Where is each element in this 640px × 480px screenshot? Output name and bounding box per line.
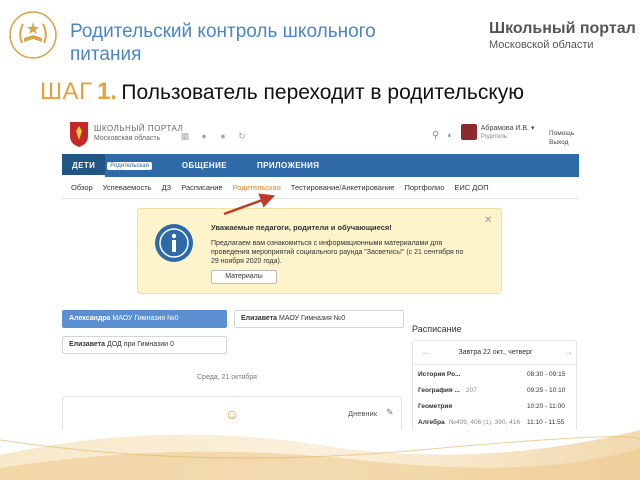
subnav-parent[interactable]: Родительская (233, 183, 281, 192)
schedule-subject: История Ро... (418, 371, 461, 378)
arrow-right-icon[interactable]: → (563, 341, 573, 365)
child-name: Елизавета (69, 341, 106, 348)
subnav-eis-dop[interactable]: ЕИС ДОП (454, 183, 488, 192)
subnav-schedule[interactable]: Расписание (181, 183, 222, 192)
slide-title: Родительский контроль школьного питания (70, 21, 376, 65)
child-school: ДОД при Гимназии 0 (107, 341, 174, 348)
portal-topbar: ШКОЛЬНЫЙ ПОРТАЛ Московская область ▦ ● ●… (62, 118, 579, 154)
info-icon (155, 224, 193, 262)
portal-screenshot: ШКОЛЬНЫЙ ПОРТАЛ Московская область ▦ ● ●… (62, 118, 579, 430)
search-icon[interactable]: ⚲ (432, 130, 439, 141)
child-name: Елизавета (241, 315, 278, 322)
schedule-row[interactable]: География ... 207 09:25 - 10:10 (413, 387, 578, 400)
portal-brand: Школьный портал Московской области (489, 20, 639, 52)
portal-logo[interactable]: ШКОЛЬНЫЙ ПОРТАЛ Московская область (94, 124, 183, 143)
diary-date: Среда, 21 октября (197, 374, 257, 381)
portal-logo-line-1: ШКОЛЬНЫЙ ПОРТАЛ (94, 124, 184, 133)
schedule-row[interactable]: История Ро... 08:30 - 09:15 (413, 371, 578, 384)
avatar[interactable] (460, 124, 477, 140)
notice-banner: Уважаемые педагоги, родители и обучающие… (137, 208, 502, 294)
user-block: ⚲ ◐ Абрамова И.В. ▾ Родитель (432, 124, 534, 142)
child-card-selected[interactable]: Александра МАОУ Гимназия №0 (62, 310, 227, 328)
subnav-homework[interactable]: ДЗ (162, 183, 172, 192)
moscow-region-emblem-icon (70, 122, 88, 147)
step-word: ШАГ (40, 78, 93, 105)
child-school: МАОУ Гимназия №0 (279, 315, 346, 322)
child-card[interactable]: Елизавета ДОД при Гимназии 0 (62, 336, 227, 354)
notice-title: Уважаемые педагоги, родители и обучающие… (211, 223, 392, 232)
sub-navigation: Обзор Успеваемость ДЗ Расписание Родител… (62, 177, 579, 199)
user-name[interactable]: Абрамова И.В. ▾ (481, 124, 535, 133)
subnav-testing[interactable]: Тестирование/Анкетирование (291, 183, 395, 192)
schedule-subject: География ... (418, 387, 460, 394)
subnav-grades[interactable]: Успеваемость (103, 183, 152, 192)
decorative-wave (0, 430, 640, 480)
schedule-title: Расписание (412, 324, 462, 334)
top-icons: ▦ ● ● ↻ (180, 131, 247, 141)
brand-line-1: Школьный портал (489, 20, 636, 37)
child-school: МАОУ Гимназия №0 (112, 315, 179, 322)
person-icon[interactable]: ● (199, 131, 209, 141)
step-number: 1. (96, 78, 117, 105)
arrow-left-icon[interactable]: ← (421, 341, 431, 365)
schedule-day-nav: ← Завтра 22 окт., четверг → (413, 341, 578, 365)
bell-icon[interactable]: ◐ (447, 130, 452, 140)
schedule-time: 08:30 - 09:15 (527, 371, 566, 378)
notice-body: Предлагаем вам ознакомиться с информацио… (211, 240, 464, 265)
step-heading: ШАГ 1. Пользователь переходит в родитель… (40, 78, 524, 106)
top-links: Помощь Выход (549, 129, 574, 147)
schedule-time: 09:25 - 10:10 (527, 387, 566, 394)
child-name: Александра (69, 315, 111, 322)
user-role: Родитель (480, 134, 508, 140)
refresh-icon[interactable]: ↻ (237, 131, 247, 141)
nav-communication[interactable]: ОБЩЕНИЕ (172, 161, 227, 170)
close-icon[interactable]: ✕ (484, 215, 492, 226)
grid-icon[interactable]: ▦ (180, 131, 190, 141)
subnav-overview[interactable]: Обзор (71, 183, 93, 192)
schedule-day: Завтра 22 окт., четверг (458, 349, 533, 356)
help-link[interactable]: Помощь (549, 129, 574, 138)
main-navbar: ДЕТИ Родительская ОБЩЕНИЕ ПРИЛОЖЕНИЯ (62, 154, 579, 177)
nav-children[interactable]: ДЕТИ (62, 154, 106, 177)
schedule-room: 207 (466, 387, 477, 394)
materials-button[interactable]: Материалы (211, 270, 277, 284)
laurel-book-icon (9, 11, 57, 59)
child-card[interactable]: Елизавета МАОУ Гимназия №0 (234, 310, 404, 328)
subnav-portfolio[interactable]: Портфолио (404, 183, 444, 192)
portal-logo-line-2: Московская область (94, 135, 161, 142)
nav-apps[interactable]: ПРИЛОЖЕНИЯ (247, 161, 319, 170)
user-info[interactable]: Абрамова И.В. ▾ Родитель (481, 124, 535, 142)
brand-line-2: Московской области (489, 39, 594, 51)
nav-parent-badge[interactable]: Родительская (107, 161, 152, 170)
step-text: Пользователь переходит в родительскую (121, 81, 525, 104)
logout-link[interactable]: Выход (549, 138, 574, 147)
people-icon[interactable]: ● (218, 131, 228, 141)
